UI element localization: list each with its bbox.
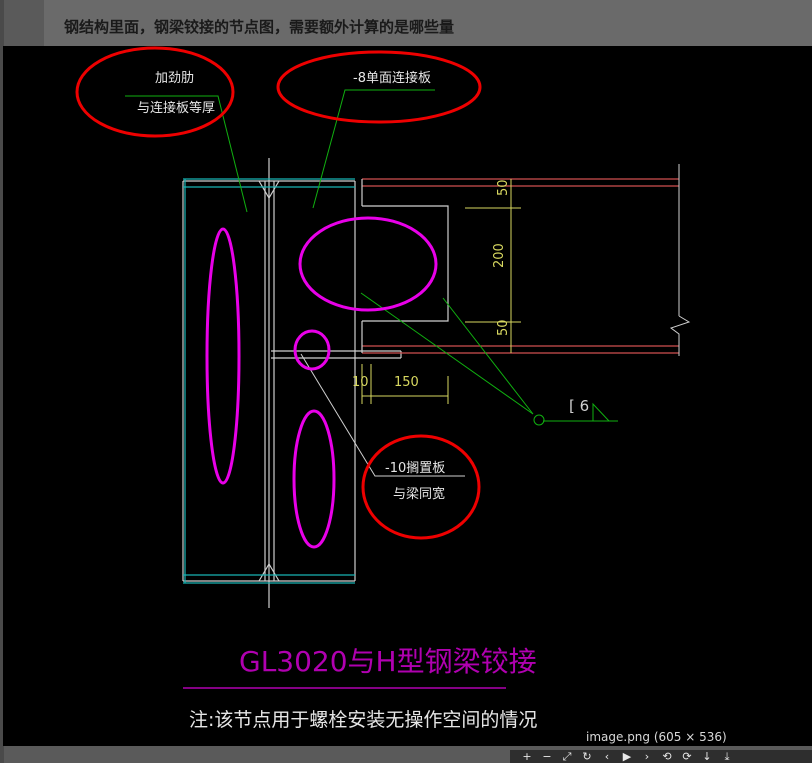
callout-seat-line1: -10搁置板	[385, 461, 445, 476]
rotate-left-icon[interactable]: ⟲	[660, 750, 674, 763]
highlight-bolt	[293, 329, 331, 371]
highlight-stiffener	[205, 227, 241, 485]
drawing-note: 注:该节点用于螺栓安装无操作空间的情况	[189, 709, 537, 731]
rotate-icon[interactable]: ↻	[580, 750, 594, 763]
dim-top-text: 50	[496, 179, 511, 196]
annotation-stiffener	[75, 46, 235, 138]
download-icon[interactable]: ↓	[700, 750, 714, 763]
callout-stiffener-line2: 与连接板等厚	[137, 100, 215, 116]
beam	[361, 164, 691, 356]
leader-seat	[300, 353, 465, 477]
viewer-toolbar: + − ⤢ ↻ ‹ ▶ › ⟲ ⟳ ↓ ⤓	[510, 750, 812, 763]
weld-symbol-text: [ 6	[569, 397, 589, 415]
zoom-out-icon[interactable]: −	[540, 750, 554, 763]
dim-bottom-text: 50	[496, 319, 511, 336]
zoom-in-icon[interactable]: +	[520, 750, 534, 763]
dim-width-text: 150	[394, 375, 419, 390]
save-icon[interactable]: ⤓	[720, 750, 734, 763]
callout-stiffener-line1: 加劲肋	[155, 71, 194, 86]
next-icon[interactable]: ›	[640, 750, 654, 763]
callout-plate-text: -8单面连接板	[353, 70, 431, 86]
image-caption: image.png (605 × 536)	[586, 730, 727, 744]
dimension-lines	[361, 179, 521, 404]
annotation-plate	[276, 50, 482, 124]
dim-middle-text: 200	[492, 243, 507, 268]
fit-icon[interactable]: ⤢	[560, 750, 574, 763]
cad-drawing: 50 200 50 10 150 [ 6 加劲肋 与连接板等厚 -8单面连接板 …	[75, 46, 691, 731]
play-icon[interactable]: ▶	[620, 750, 634, 763]
callout-seat-line2: 与梁同宽	[393, 486, 445, 502]
rotate-right-icon[interactable]: ⟳	[680, 750, 694, 763]
highlight-lower	[292, 409, 336, 549]
question-title: 钢结构里面，钢梁铰接的节点图，需要额外计算的是哪些量	[64, 18, 455, 36]
dim-gap-text: 10	[352, 375, 369, 390]
prev-icon[interactable]: ‹	[600, 750, 614, 763]
highlight-plate	[298, 216, 438, 312]
image-viewer[interactable]: 50 200 50 10 150 [ 6 加劲肋 与连接板等厚 -8单面连接板 …	[3, 46, 812, 746]
drawing-title: GL3020与H型钢梁铰接	[239, 645, 537, 678]
